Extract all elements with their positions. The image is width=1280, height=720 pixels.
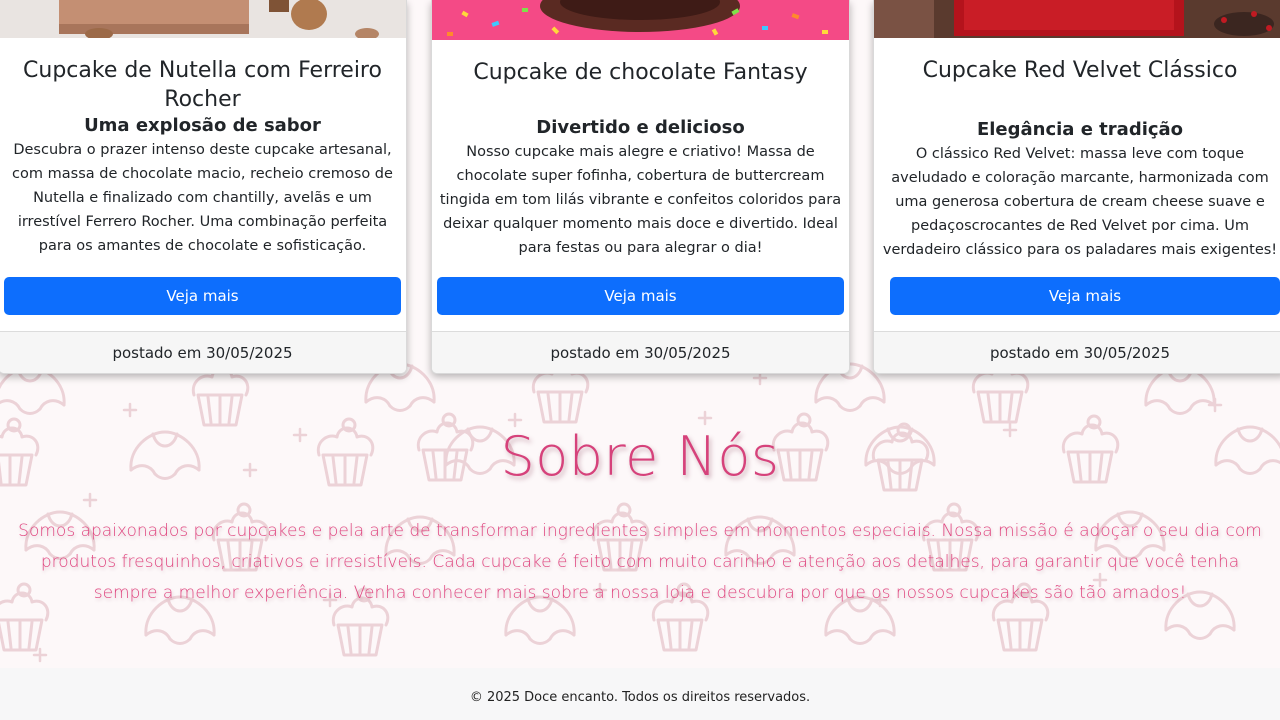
page: Cupcake de Nutella com Ferreiro Rocher U… [0,0,1280,720]
card-subtitle: Uma explosão de sabor [84,115,321,136]
card-title: Cupcake de Nutella com Ferreiro Rocher [23,58,382,112]
card-subtitle: Divertido e delicioso [536,117,745,138]
product-card: Cupcake de Nutella com Ferreiro Rocher U… [0,0,407,374]
site-footer: © 2025 Doce encanto. Todos os direitos r… [0,668,1280,720]
card-title: Cupcake Red Velvet Clássico [922,58,1238,83]
card-image[interactable] [432,0,849,40]
card-footer-date: postado em 30/05/2025 [432,331,849,373]
card-title: Cupcake de chocolate Fantasy [473,60,808,85]
card-subtitle: Elegância e tradição [976,119,1184,140]
card-footer-date: postado em 30/05/2025 [874,331,1280,373]
about-description: Somos apaixonados por cupcakes e pela ar… [18,521,1262,603]
card-image[interactable] [874,0,1280,38]
product-card: Cupcake Red Velvet Clássico Elegância e … [873,0,1280,374]
veja-mais-button[interactable]: Veja mais [890,277,1280,315]
card-description: Nosso cupcake mais alegre e criativo! Ma… [439,144,842,256]
card-footer-date: postado em 30/05/2025 [0,331,406,373]
veja-mais-button[interactable]: Veja mais [4,277,401,315]
card-description: O clássico Red Velvet: massa leve com to… [882,146,1278,258]
copyright-text: © 2025 Doce encanto. Todos os direitos r… [469,690,811,705]
about-heading: Sobre Nós [500,425,780,488]
veja-mais-button[interactable]: Veja mais [437,277,844,315]
card-image[interactable] [0,0,406,38]
product-card: Cupcake de chocolate Fantasy Divertido e… [431,0,850,374]
card-description: Descubra o prazer intenso deste cupcake … [12,142,393,254]
